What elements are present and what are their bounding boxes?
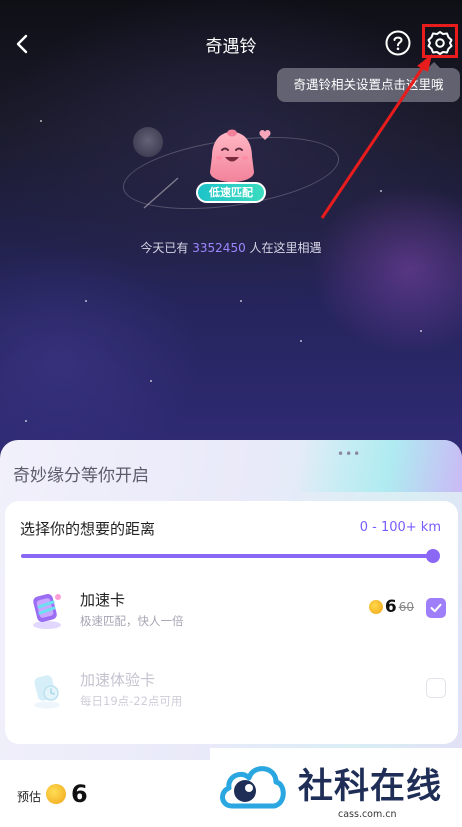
coin-icon [46,784,66,804]
check-icon [430,603,442,613]
coin-icon [368,600,383,614]
panel-drag-handle[interactable]: ••• [337,447,361,461]
watermark-logo [218,756,288,818]
panel-tab-glow [300,440,462,492]
floating-avatar[interactable] [133,127,163,157]
watermark: 社科在线 cass.com.cn [210,748,462,827]
meet-count: 3352450 [192,241,246,255]
meet-prefix: 今天已有 [140,241,189,255]
options-card: 选择你的想要的距离 0 - 100+ km 加速卡 极速匹配，快人一倍 6 60 [5,501,458,744]
distance-slider[interactable] [21,549,440,563]
distance-slider-thumb[interactable] [426,549,440,563]
speed-card-checkbox[interactable] [426,598,446,618]
meet-count-line: 今天已有 3352450 人在这里相遇 [0,239,462,256]
trial-card-checkbox[interactable] [426,678,446,698]
price-old: 60 [398,600,414,614]
estimate-value: 6 [71,780,88,808]
watermark-text: 社科在线 [298,766,443,807]
low-speed-match-badge: 低速匹配 [196,182,266,203]
distance-label: 选择你的想要的距离 [20,520,156,538]
shooting-star [143,177,179,209]
distance-value: 0 - 100+ km [359,520,441,535]
item-name: 加速体验卡 [80,671,156,689]
item-price: 6 60 [368,597,414,617]
item-name: 加速卡 [80,591,126,609]
item-desc: 极速匹配，快人一倍 [80,614,184,628]
list-item-speed-card[interactable]: 加速卡 极速匹配，快人一倍 6 60 [5,583,458,639]
speed-card-icon [25,587,69,631]
meet-suffix: 人在这里相遇 [249,241,322,255]
heart-icon [259,126,271,140]
estimate-label: 预估 [17,790,42,804]
price-now: 6 [384,597,397,617]
distance-slider-fill [21,554,433,558]
list-item-trial-card[interactable]: 加速体验卡 每日19点-22点可用 [5,663,458,719]
trial-card-icon [25,667,69,711]
item-desc: 每日19点-22点可用 [80,694,183,708]
bell-mascot[interactable] [200,128,264,188]
watermark-url: cass.com.cn [338,809,397,820]
panel-title: 奇妙缘分等你开启 [13,466,149,486]
